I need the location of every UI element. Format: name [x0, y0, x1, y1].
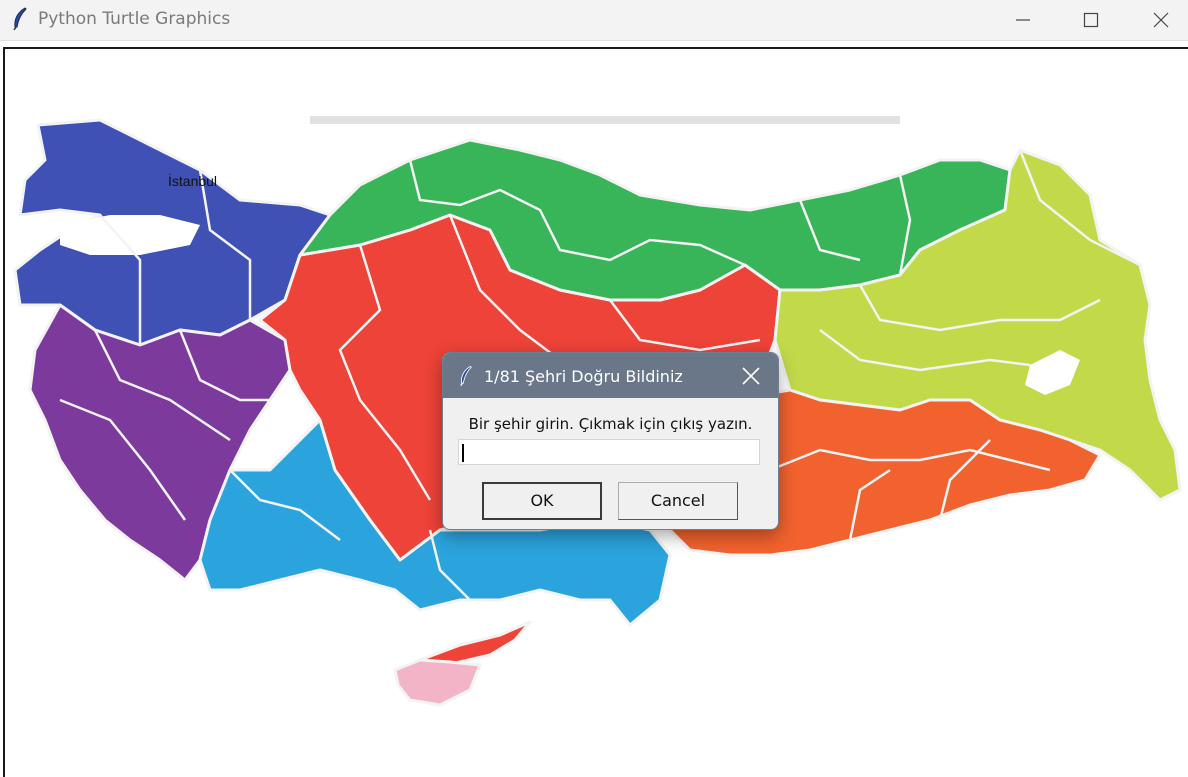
dialog-titlebar: 1/81 Şehri Doğru Bildiniz — [443, 353, 778, 398]
ok-button[interactable]: OK — [482, 482, 602, 520]
city-label-istanbul: İstanbul — [168, 173, 218, 189]
dialog-prompt: Bir şehir girin. Çıkmak için çıkış yazın… — [468, 415, 753, 433]
close-icon — [742, 367, 760, 385]
maximize-icon — [1083, 12, 1099, 28]
dialog-title: 1/81 Şehri Doğru Bildiniz — [484, 367, 683, 386]
close-window-button[interactable] — [1126, 0, 1188, 40]
maximize-button[interactable] — [1056, 0, 1126, 40]
feather-icon — [459, 365, 473, 392]
minimize-icon — [1016, 19, 1030, 21]
minimize-button[interactable] — [988, 0, 1058, 40]
dialog-close-button[interactable] — [741, 366, 761, 386]
feather-icon — [12, 7, 28, 36]
window-titlebar: Python Turtle Graphics — [0, 0, 1188, 41]
window-title: Python Turtle Graphics — [38, 9, 231, 29]
close-icon — [1153, 12, 1169, 28]
cancel-button[interactable]: Cancel — [618, 482, 738, 520]
city-input[interactable] — [458, 439, 760, 465]
city-input-dialog: 1/81 Şehri Doğru Bildiniz Bir şehir giri… — [442, 352, 779, 530]
text-caret — [462, 444, 464, 462]
region-cyprus-south — [393, 658, 482, 707]
